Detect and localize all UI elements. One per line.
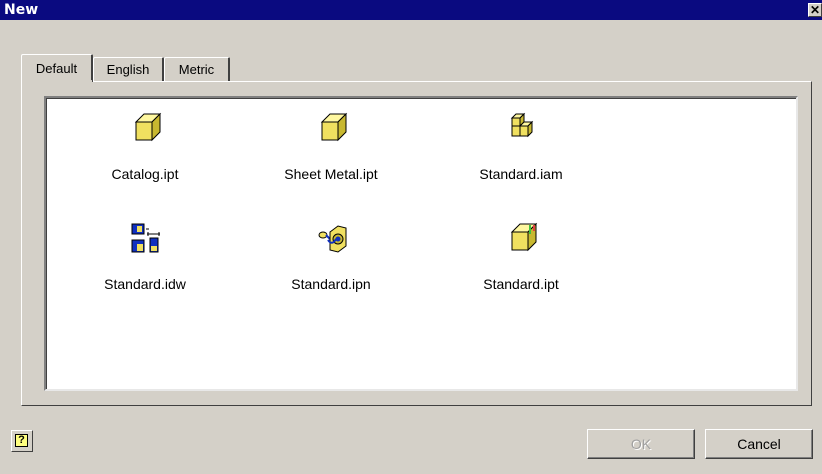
title-bar: New ✕ xyxy=(0,0,822,20)
ok-button[interactable]: OK xyxy=(587,429,695,459)
template-label: Standard.iam xyxy=(479,166,563,182)
help-icon: ? xyxy=(15,434,28,447)
template-label: Standard.ipt xyxy=(483,276,559,292)
template-item-standard-iam[interactable]: Standard.iam xyxy=(456,112,586,192)
tab-default-label: Default xyxy=(35,61,78,76)
cancel-button-label: Cancel xyxy=(737,436,781,452)
template-label: Sheet Metal.ipt xyxy=(284,166,378,182)
close-icon: ✕ xyxy=(809,3,821,17)
template-label: Standard.ipn xyxy=(291,276,371,292)
template-item-standard-ipn[interactable]: Standard.ipn xyxy=(266,222,396,302)
template-item-sheet-metal[interactable]: Sheet Metal.ipt xyxy=(266,112,396,192)
template-item-standard-idw[interactable]: Standard.idw xyxy=(80,222,210,302)
help-button[interactable]: ? xyxy=(11,430,33,452)
drawing-icon xyxy=(131,223,160,253)
tab-metric-label: Metric xyxy=(178,62,215,77)
standard-part-icon xyxy=(510,222,538,252)
tab-metric[interactable]: Metric xyxy=(164,57,230,81)
close-button[interactable]: ✕ xyxy=(808,3,822,17)
template-label: Catalog.ipt xyxy=(111,166,179,182)
template-list: Catalog.ipt Sheet Metal.ipt Standard.iam xyxy=(44,96,798,391)
assembly-icon xyxy=(510,112,534,138)
template-item-catalog[interactable]: Catalog.ipt xyxy=(80,112,210,192)
template-item-standard-ipt[interactable]: Standard.ipt xyxy=(456,222,586,302)
ok-button-label: OK xyxy=(630,436,652,452)
sheet-metal-cube-icon xyxy=(320,112,348,142)
template-label: Standard.idw xyxy=(104,276,186,292)
part-cube-icon xyxy=(134,112,162,142)
presentation-icon xyxy=(318,225,347,253)
tab-default[interactable]: Default xyxy=(21,54,93,82)
cancel-button[interactable]: Cancel xyxy=(705,429,813,459)
tab-english-label: English xyxy=(106,62,150,77)
tab-english[interactable]: English xyxy=(93,57,164,81)
window-title: New xyxy=(4,2,39,18)
